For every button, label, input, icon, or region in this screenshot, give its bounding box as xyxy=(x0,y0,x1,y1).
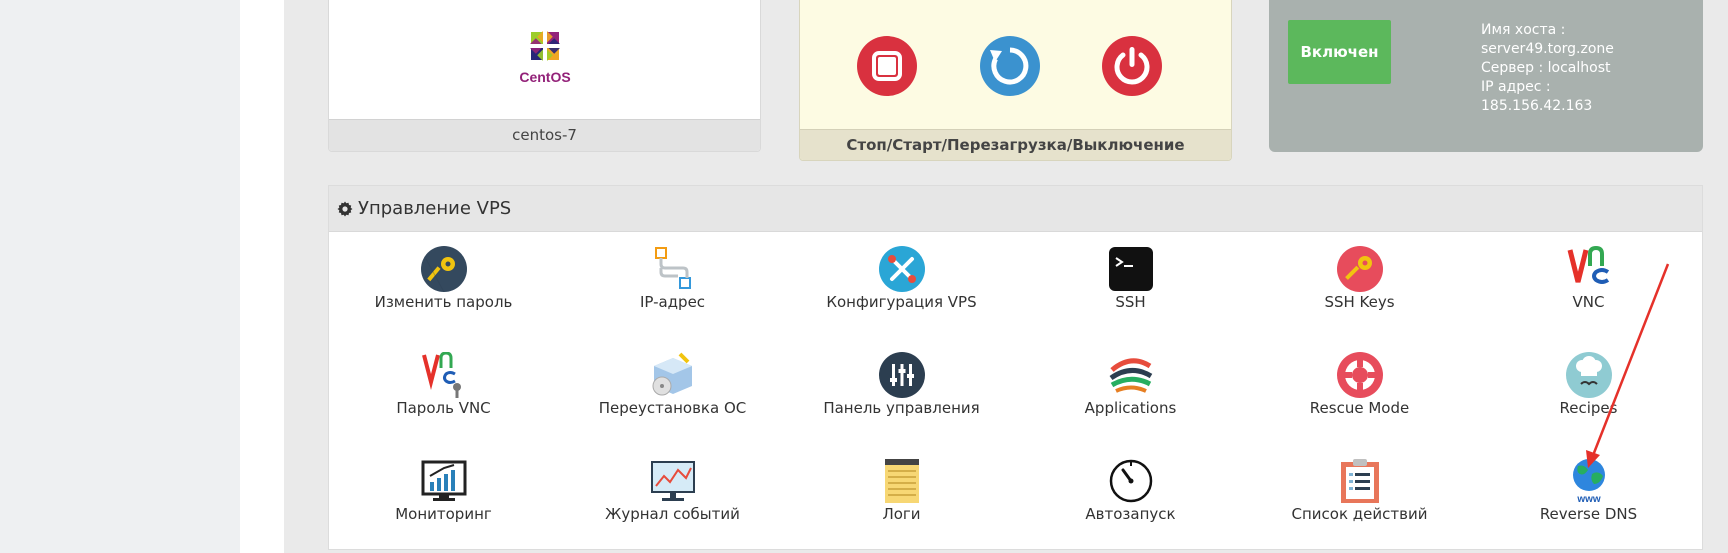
tile-label: Панель управления xyxy=(823,399,980,417)
tile-label: Мониторинг xyxy=(395,505,492,523)
os-name: centos-7 xyxy=(329,119,760,151)
tile-applications[interactable]: Applications xyxy=(1016,338,1245,434)
vnc-password-icon xyxy=(421,352,467,398)
tile-event-log[interactable]: Журнал событий xyxy=(558,444,787,540)
restart-button[interactable] xyxy=(980,36,1040,96)
svg-text:www: www xyxy=(1576,494,1601,504)
tile-label: Reverse DNS xyxy=(1539,505,1638,523)
os-card: CentOS centos-7 xyxy=(328,0,761,152)
centos-logo-icon: CentOS xyxy=(514,16,576,88)
event-log-icon xyxy=(650,458,696,504)
tile-label: SSH xyxy=(1115,293,1146,311)
tile-logs[interactable]: Логи xyxy=(787,444,1016,540)
tile-label: Изменить пароль xyxy=(374,293,513,311)
vnc-icon xyxy=(1566,246,1612,292)
tile-vps-config[interactable]: Конфигурация VPS xyxy=(787,232,1016,328)
tile-label: Rescue Mode xyxy=(1309,399,1410,417)
tile-reverse-dns[interactable]: www Reverse DNS xyxy=(1474,444,1703,540)
left-sidebar xyxy=(0,0,240,553)
tile-recipes[interactable]: Recipes xyxy=(1474,338,1703,434)
gauge-icon xyxy=(1108,458,1154,504)
applications-icon xyxy=(1108,352,1154,398)
tools-icon xyxy=(878,246,925,292)
tile-label: Applications xyxy=(1084,399,1177,417)
tile-label: IP-адрес xyxy=(639,293,706,311)
tile-label: Recipes xyxy=(1559,399,1618,417)
chef-icon xyxy=(1565,352,1612,398)
tile-change-password[interactable]: Изменить пароль xyxy=(329,232,558,328)
status-badge: Включен xyxy=(1288,20,1391,84)
reinstall-icon xyxy=(650,352,696,398)
power-caption: Стоп/Старт/Перезагрузка/Выключение xyxy=(800,129,1231,160)
tile-label: Пароль VNC xyxy=(396,399,491,417)
stop-button[interactable] xyxy=(857,36,917,96)
shutdown-button[interactable] xyxy=(1102,36,1162,96)
tile-autostart[interactable]: Автозапуск xyxy=(1016,444,1245,540)
status-card: Включен Имя хоста : server49.torg.zone С… xyxy=(1269,0,1703,152)
tile-monitoring[interactable]: Мониторинг xyxy=(329,444,558,540)
ip-label: IP адрес : xyxy=(1481,79,1551,95)
tile-control-panel[interactable]: Панель управления xyxy=(787,338,1016,434)
vps-management-panel: Управление VPS Изменить пароль IP-адрес … xyxy=(328,185,1703,550)
monitor-chart-icon xyxy=(421,458,467,504)
tile-rescue-mode[interactable]: Rescue Mode xyxy=(1245,338,1474,434)
panel-title: Управление VPS xyxy=(358,198,512,219)
svg-text:CentOS: CentOS xyxy=(519,69,570,85)
hostname-label: Имя хоста : xyxy=(1481,22,1566,38)
tile-ssh[interactable]: SSH xyxy=(1016,232,1245,328)
network-icon xyxy=(650,246,696,292)
tile-label: SSH Keys xyxy=(1324,293,1395,311)
terminal-icon xyxy=(1108,246,1154,292)
tile-label: VNC xyxy=(1572,293,1605,311)
tile-vnc[interactable]: VNC xyxy=(1474,232,1703,328)
gear-icon xyxy=(337,201,353,217)
power-controls-card: Стоп/Старт/Перезагрузка/Выключение xyxy=(799,0,1232,161)
hostname-value: server49.torg.zone xyxy=(1481,41,1614,57)
tile-label: Журнал событий xyxy=(605,505,740,523)
tile-reinstall-os[interactable]: Переустановка ОС xyxy=(558,338,787,434)
ssh-key-icon xyxy=(1336,246,1383,292)
tile-label: Список действий xyxy=(1291,505,1428,523)
server-value: Сервер : localhost xyxy=(1481,60,1611,76)
clipboard-list-icon xyxy=(1337,458,1383,504)
key-icon xyxy=(420,246,467,292)
tile-label: Автозапуск xyxy=(1085,505,1176,523)
panel-header: Управление VPS xyxy=(329,186,1702,232)
tile-ip-address[interactable]: IP-адрес xyxy=(558,232,787,328)
lifebuoy-icon xyxy=(1336,352,1383,398)
control-panel-icon xyxy=(878,352,925,398)
tile-label: Логи xyxy=(882,505,921,523)
tile-vnc-password[interactable]: Пароль VNC xyxy=(329,338,558,434)
notepad-icon xyxy=(879,458,925,504)
tile-label: Переустановка ОС xyxy=(598,399,747,417)
ip-value: 185.156.42.163 xyxy=(1481,98,1593,114)
tile-label: Конфигурация VPS xyxy=(826,293,977,311)
tile-action-list[interactable]: Список действий xyxy=(1245,444,1474,540)
tile-ssh-keys[interactable]: SSH Keys xyxy=(1245,232,1474,328)
globe-www-icon: www xyxy=(1566,458,1612,504)
server-info: Имя хоста : server49.torg.zone Сервер : … xyxy=(1481,21,1691,116)
